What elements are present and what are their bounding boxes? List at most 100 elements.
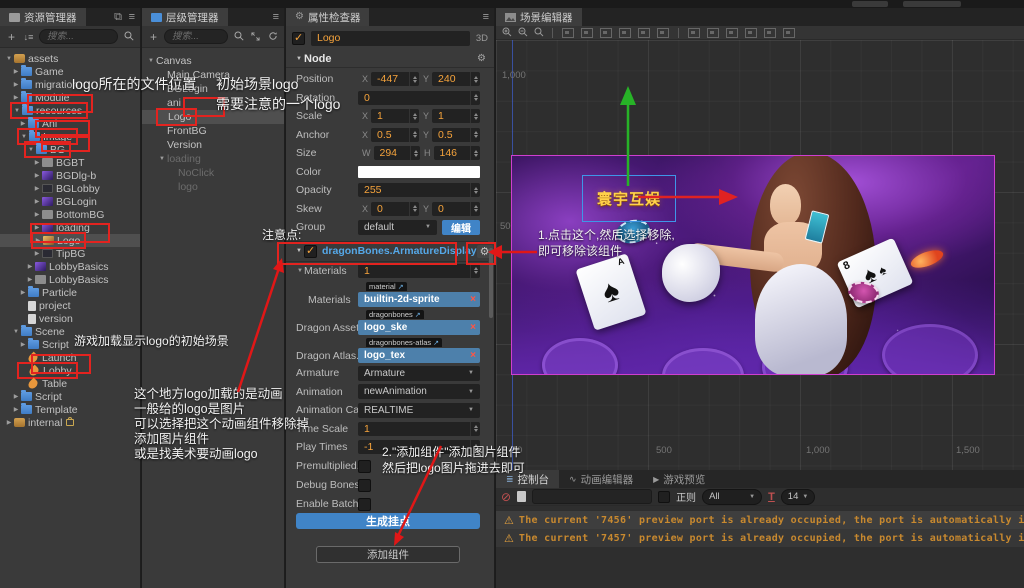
asset-item-bottombg[interactable]: ▶BottomBG xyxy=(0,208,140,221)
asset-item-logo[interactable]: ▶Logo xyxy=(0,234,140,247)
distribute-v-icon[interactable] xyxy=(707,28,719,38)
asset-item-bgbt[interactable]: ▶BGBT xyxy=(0,156,140,169)
node-item-version[interactable]: Version xyxy=(142,138,284,152)
expand-arrow-icon[interactable]: ▶ xyxy=(32,159,42,166)
asset-item-bglobby[interactable]: ▶BGLobby xyxy=(0,182,140,195)
anchor-x-input[interactable]: 0.5 xyxy=(371,128,419,142)
node-item-noclick[interactable]: NoClick xyxy=(142,166,284,180)
dragonbones-component-header[interactable]: ▼ dragonBones.ArmatureDisplay ⚙ xyxy=(286,241,488,262)
group-dropdown[interactable]: default▼ xyxy=(358,220,437,235)
tab-animation-editor[interactable]: ∿ 动画编辑器 xyxy=(559,470,643,488)
materials-count-input[interactable]: 1 xyxy=(358,264,480,278)
enable-batch-checkbox[interactable] xyxy=(358,498,371,511)
create-asset-button[interactable]: + xyxy=(5,31,18,43)
export-log-icon[interactable] xyxy=(517,491,526,502)
font-size-dropdown[interactable]: 14▼ xyxy=(781,489,816,505)
dragon-asset-field[interactable]: logo_ske× xyxy=(358,320,480,335)
asset-item-tipbg[interactable]: ▶TipBG xyxy=(0,247,140,260)
log-filter-dropdown[interactable]: All▼ xyxy=(702,489,762,505)
tab-inspector[interactable]: ⚙ 属性检查器 xyxy=(286,8,369,26)
asset-item-script[interactable]: ▶Script xyxy=(0,390,140,403)
expand-arrow-icon[interactable]: ▶ xyxy=(32,172,42,179)
regex-checkbox[interactable] xyxy=(658,491,670,503)
asset-search-input[interactable] xyxy=(39,29,118,44)
expand-arrow-icon[interactable]: ▶ xyxy=(11,94,21,101)
collapse-arrow-icon[interactable]: ▼ xyxy=(296,268,304,274)
expand-arrow-icon[interactable]: ▶ xyxy=(25,263,35,270)
align-middle-icon[interactable] xyxy=(638,28,650,38)
color-swatch[interactable] xyxy=(358,166,480,178)
size-w-input[interactable]: 294 xyxy=(374,146,421,160)
collapse-arrow-icon[interactable]: ▼ xyxy=(146,58,156,64)
align-bottom-icon[interactable] xyxy=(657,28,669,38)
skew-x-input[interactable]: 0 xyxy=(371,202,419,216)
console-filter-input[interactable] xyxy=(532,489,652,504)
collapse-arrow-icon[interactable]: ▼ xyxy=(11,329,21,335)
time-scale-input[interactable]: 1 xyxy=(358,422,480,436)
search-icon[interactable] xyxy=(232,31,245,43)
clear-console-icon[interactable]: ⊘ xyxy=(501,490,511,504)
expand-arrow-icon[interactable]: ▶ xyxy=(32,198,42,205)
expand-arrow-icon[interactable]: ▶ xyxy=(32,185,42,192)
expand-arrow-icon[interactable]: ▶ xyxy=(11,68,21,75)
create-node-button[interactable]: + xyxy=(147,31,160,43)
float-panel-icon[interactable]: ⧉ xyxy=(114,10,122,24)
expand-arrow-icon[interactable]: ▶ xyxy=(32,250,42,257)
generate-socket-button[interactable]: 生成挂点 xyxy=(296,513,480,529)
console-warning-row[interactable]: ⚠The current '7456' preview port is alre… xyxy=(496,511,1024,529)
collapse-arrow-icon[interactable]: ▼ xyxy=(19,134,29,140)
add-component-button[interactable]: 添加组件 xyxy=(316,546,460,563)
tab-scene-editor[interactable]: 场景编辑器 xyxy=(496,8,582,26)
expand-arrow-icon[interactable]: ▶ xyxy=(18,289,28,296)
sort-icon[interactable]: ↓≡ xyxy=(22,31,35,43)
position-y-input[interactable]: 240 xyxy=(432,72,480,86)
asset-item-template[interactable]: ▶Template xyxy=(0,403,140,416)
asset-item-lobby[interactable]: Lobby xyxy=(0,364,140,377)
rotation-input[interactable]: 0 xyxy=(358,91,480,105)
dragon-atlas-field[interactable]: logo_tex× xyxy=(358,348,480,363)
node-item-frontbg[interactable]: FrontBG xyxy=(142,124,284,138)
expand-all-icon[interactable] xyxy=(249,31,262,43)
stretch-h-icon[interactable] xyxy=(745,28,757,38)
animation-cache-dropdown[interactable]: REALTIME▼ xyxy=(358,403,480,418)
collapse-arrow-icon[interactable]: ▼ xyxy=(294,248,304,254)
remove-asset-icon[interactable]: × xyxy=(470,350,476,361)
align-right-icon[interactable] xyxy=(600,28,612,38)
skew-y-input[interactable]: 0 xyxy=(432,202,480,216)
mode-3d-toggle[interactable]: 3D xyxy=(476,33,488,44)
node-active-checkbox[interactable] xyxy=(292,32,305,45)
armature-dropdown[interactable]: Armature▼ xyxy=(358,366,480,381)
material-asset-field[interactable]: builtin-2d-sprite× xyxy=(358,292,480,307)
node-search-input[interactable] xyxy=(164,29,228,44)
node-section-header[interactable]: ▼ Node ⚙ xyxy=(286,50,494,68)
game-canvas-preview[interactable]: A ♠ 8 ♠ ♠ 寰宇互娱 xyxy=(511,155,995,375)
node-item-logo[interactable]: logo xyxy=(142,180,284,194)
console-warning-row[interactable]: ⚠The current '7457' preview port is alre… xyxy=(496,529,1024,547)
expand-arrow-icon[interactable]: ▶ xyxy=(11,81,21,88)
expand-arrow-icon[interactable]: ▶ xyxy=(11,406,21,413)
panel-menu-icon[interactable]: ≡ xyxy=(483,10,489,24)
node-item-loading[interactable]: ▼loading xyxy=(142,152,284,166)
node-item-canvas[interactable]: ▼Canvas xyxy=(142,54,284,68)
asset-item-lobbybasics[interactable]: ▶LobbyBasics xyxy=(0,273,140,286)
asset-item-internal[interactable]: ▶internal xyxy=(0,416,140,429)
refresh-icon[interactable] xyxy=(266,31,279,43)
panel-menu-icon[interactable]: ≡ xyxy=(273,10,279,24)
tab-hierarchy[interactable]: 层级管理器 xyxy=(142,8,228,26)
anchor-y-input[interactable]: 0.5 xyxy=(432,128,480,142)
asset-item-lobbybasics[interactable]: ▶LobbyBasics xyxy=(0,260,140,273)
align-left-icon[interactable] xyxy=(562,28,574,38)
search-icon[interactable] xyxy=(122,31,135,43)
asset-item-bgdlg-b[interactable]: ▶BGDlg-b xyxy=(0,169,140,182)
scale-x-input[interactable]: 1 xyxy=(371,109,419,123)
expand-arrow-icon[interactable]: ▶ xyxy=(32,224,42,231)
stretch-v-icon[interactable] xyxy=(764,28,776,38)
align-center-h-icon[interactable] xyxy=(581,28,593,38)
asset-item-project[interactable]: project xyxy=(0,299,140,312)
collapse-arrow-icon[interactable]: ▼ xyxy=(12,108,22,114)
node-name-input[interactable]: Logo xyxy=(311,31,470,46)
panel-menu-icon[interactable]: ≡ xyxy=(129,10,135,24)
expand-arrow-icon[interactable]: ▶ xyxy=(18,341,28,348)
asset-item-resources[interactable]: ▼resources xyxy=(0,104,140,117)
zoom-in-icon[interactable] xyxy=(500,27,513,39)
